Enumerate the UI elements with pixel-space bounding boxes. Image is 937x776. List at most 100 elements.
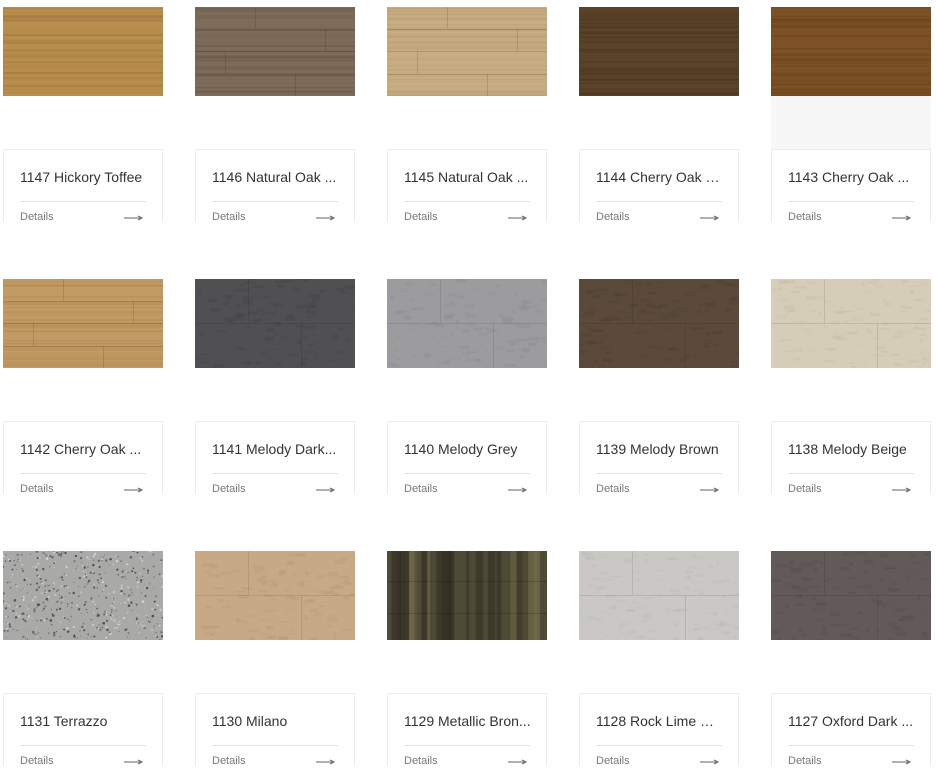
product-swatch-image[interactable]	[579, 551, 739, 640]
product-swatch-image[interactable]	[579, 279, 739, 368]
product-card[interactable]: 1128 Rock Lime W... Details	[579, 551, 739, 766]
product-swatch-image[interactable]	[387, 279, 547, 368]
divider	[596, 473, 722, 474]
divider	[20, 473, 146, 474]
details-link[interactable]: Details	[788, 755, 822, 766]
product-swatch-image[interactable]	[387, 551, 547, 640]
divider	[788, 473, 914, 474]
product-name[interactable]: 1127 Oxford Dark ...	[788, 712, 916, 730]
product-name[interactable]: 1128 Rock Lime W...	[596, 712, 724, 730]
divider	[788, 201, 914, 202]
product-swatch-image[interactable]	[195, 551, 355, 640]
product-info-panel: 1127 Oxford Dark ... Details	[771, 693, 931, 766]
details-link[interactable]: Details	[596, 211, 630, 222]
details-link[interactable]: Details	[212, 483, 246, 494]
product-swatch-image[interactable]	[387, 7, 547, 96]
product-swatch-image[interactable]	[3, 279, 163, 368]
product-info-panel: 1147 Hickory Toffee Details	[3, 149, 163, 222]
product-card[interactable]: 1139 Melody Brown Details	[579, 279, 739, 494]
product-swatch-image[interactable]	[195, 279, 355, 368]
arrow-right-icon[interactable]	[698, 757, 720, 765]
product-card[interactable]: 1144 Cherry Oak B... Details	[579, 7, 739, 222]
arrow-right-icon[interactable]	[698, 485, 720, 493]
arrow-right-icon[interactable]	[890, 213, 912, 221]
product-name[interactable]: 1147 Hickory Toffee	[20, 168, 148, 186]
product-info-panel: 1130 Milano Details	[195, 693, 355, 766]
product-card[interactable]: 1146 Natural Oak ... Details	[195, 7, 355, 222]
product-swatch-image[interactable]	[771, 7, 931, 96]
details-link[interactable]: Details	[404, 211, 438, 222]
arrow-right-icon[interactable]	[698, 213, 720, 221]
divider	[20, 201, 146, 202]
details-link[interactable]: Details	[596, 755, 630, 766]
product-info-panel: 1138 Melody Beige Details	[771, 421, 931, 494]
product-swatch-image[interactable]	[3, 551, 163, 640]
details-link[interactable]: Details	[212, 211, 246, 222]
product-card[interactable]: 1143 Cherry Oak ... Details	[771, 7, 931, 222]
product-name[interactable]: 1143 Cherry Oak ...	[788, 168, 916, 186]
product-info-panel: 1144 Cherry Oak B... Details	[579, 149, 739, 222]
arrow-right-icon[interactable]	[314, 757, 336, 765]
details-link[interactable]: Details	[20, 211, 54, 222]
details-link[interactable]: Details	[212, 755, 246, 766]
divider	[212, 473, 338, 474]
product-swatch-image[interactable]	[579, 7, 739, 96]
arrow-right-icon[interactable]	[890, 485, 912, 493]
product-card[interactable]: 1129 Metallic Bron... Details	[387, 551, 547, 766]
divider	[596, 201, 722, 202]
divider	[212, 745, 338, 746]
divider	[596, 745, 722, 746]
product-swatch-image[interactable]	[3, 7, 163, 96]
product-name[interactable]: 1138 Melody Beige	[788, 440, 916, 458]
divider	[404, 473, 530, 474]
swatch-hover-area	[771, 96, 931, 149]
product-swatch-image[interactable]	[195, 7, 355, 96]
details-link[interactable]: Details	[404, 483, 438, 494]
details-link[interactable]: Details	[596, 483, 630, 494]
product-name[interactable]: 1146 Natural Oak ...	[212, 168, 340, 186]
arrow-right-icon[interactable]	[122, 757, 144, 765]
product-name[interactable]: 1129 Metallic Bron...	[404, 712, 532, 730]
product-name[interactable]: 1141 Melody Dark...	[212, 440, 340, 458]
arrow-right-icon[interactable]	[314, 213, 336, 221]
product-swatch-image[interactable]	[771, 279, 931, 368]
product-info-panel: 1145 Natural Oak ... Details	[387, 149, 547, 222]
arrow-right-icon[interactable]	[506, 213, 528, 221]
arrow-right-icon[interactable]	[122, 485, 144, 493]
product-card[interactable]: 1141 Melody Dark... Details	[195, 279, 355, 494]
arrow-right-icon[interactable]	[314, 485, 336, 493]
product-name[interactable]: 1130 Milano	[212, 712, 340, 730]
product-card[interactable]: 1147 Hickory Toffee Details	[3, 7, 163, 222]
product-info-panel: 1143 Cherry Oak ... Details	[771, 149, 931, 222]
arrow-right-icon[interactable]	[890, 757, 912, 765]
product-card[interactable]: 1138 Melody Beige Details	[771, 279, 931, 494]
details-link[interactable]: Details	[404, 755, 438, 766]
product-name[interactable]: 1145 Natural Oak ...	[404, 168, 532, 186]
product-info-panel: 1140 Melody Grey Details	[387, 421, 547, 494]
product-info-panel: 1131 Terrazzo Details	[3, 693, 163, 766]
details-link[interactable]: Details	[788, 483, 822, 494]
product-card[interactable]: 1142 Cherry Oak ... Details	[3, 279, 163, 494]
product-card[interactable]: 1140 Melody Grey Details	[387, 279, 547, 494]
product-grid: 1147 Hickory Toffee Details 1146 Natural O…	[0, 0, 937, 776]
product-card[interactable]: 1131 Terrazzo Details	[3, 551, 163, 766]
product-swatch-image[interactable]	[771, 551, 931, 640]
product-card[interactable]: 1130 Milano Details	[195, 551, 355, 766]
product-name[interactable]: 1142 Cherry Oak ...	[20, 440, 148, 458]
product-info-panel: 1142 Cherry Oak ... Details	[3, 421, 163, 494]
arrow-right-icon[interactable]	[122, 213, 144, 221]
details-link[interactable]: Details	[20, 483, 54, 494]
arrow-right-icon[interactable]	[506, 757, 528, 765]
details-link[interactable]: Details	[20, 755, 54, 766]
product-info-panel: 1141 Melody Dark... Details	[195, 421, 355, 494]
details-link[interactable]: Details	[788, 211, 822, 222]
divider	[404, 745, 530, 746]
product-card[interactable]: 1145 Natural Oak ... Details	[387, 7, 547, 222]
arrow-right-icon[interactable]	[506, 485, 528, 493]
product-name[interactable]: 1139 Melody Brown	[596, 440, 724, 458]
product-name[interactable]: 1131 Terrazzo	[20, 712, 148, 730]
product-name[interactable]: 1140 Melody Grey	[404, 440, 532, 458]
product-card[interactable]: 1127 Oxford Dark ... Details	[771, 551, 931, 766]
product-name[interactable]: 1144 Cherry Oak B...	[596, 168, 724, 186]
product-info-panel: 1146 Natural Oak ... Details	[195, 149, 355, 222]
